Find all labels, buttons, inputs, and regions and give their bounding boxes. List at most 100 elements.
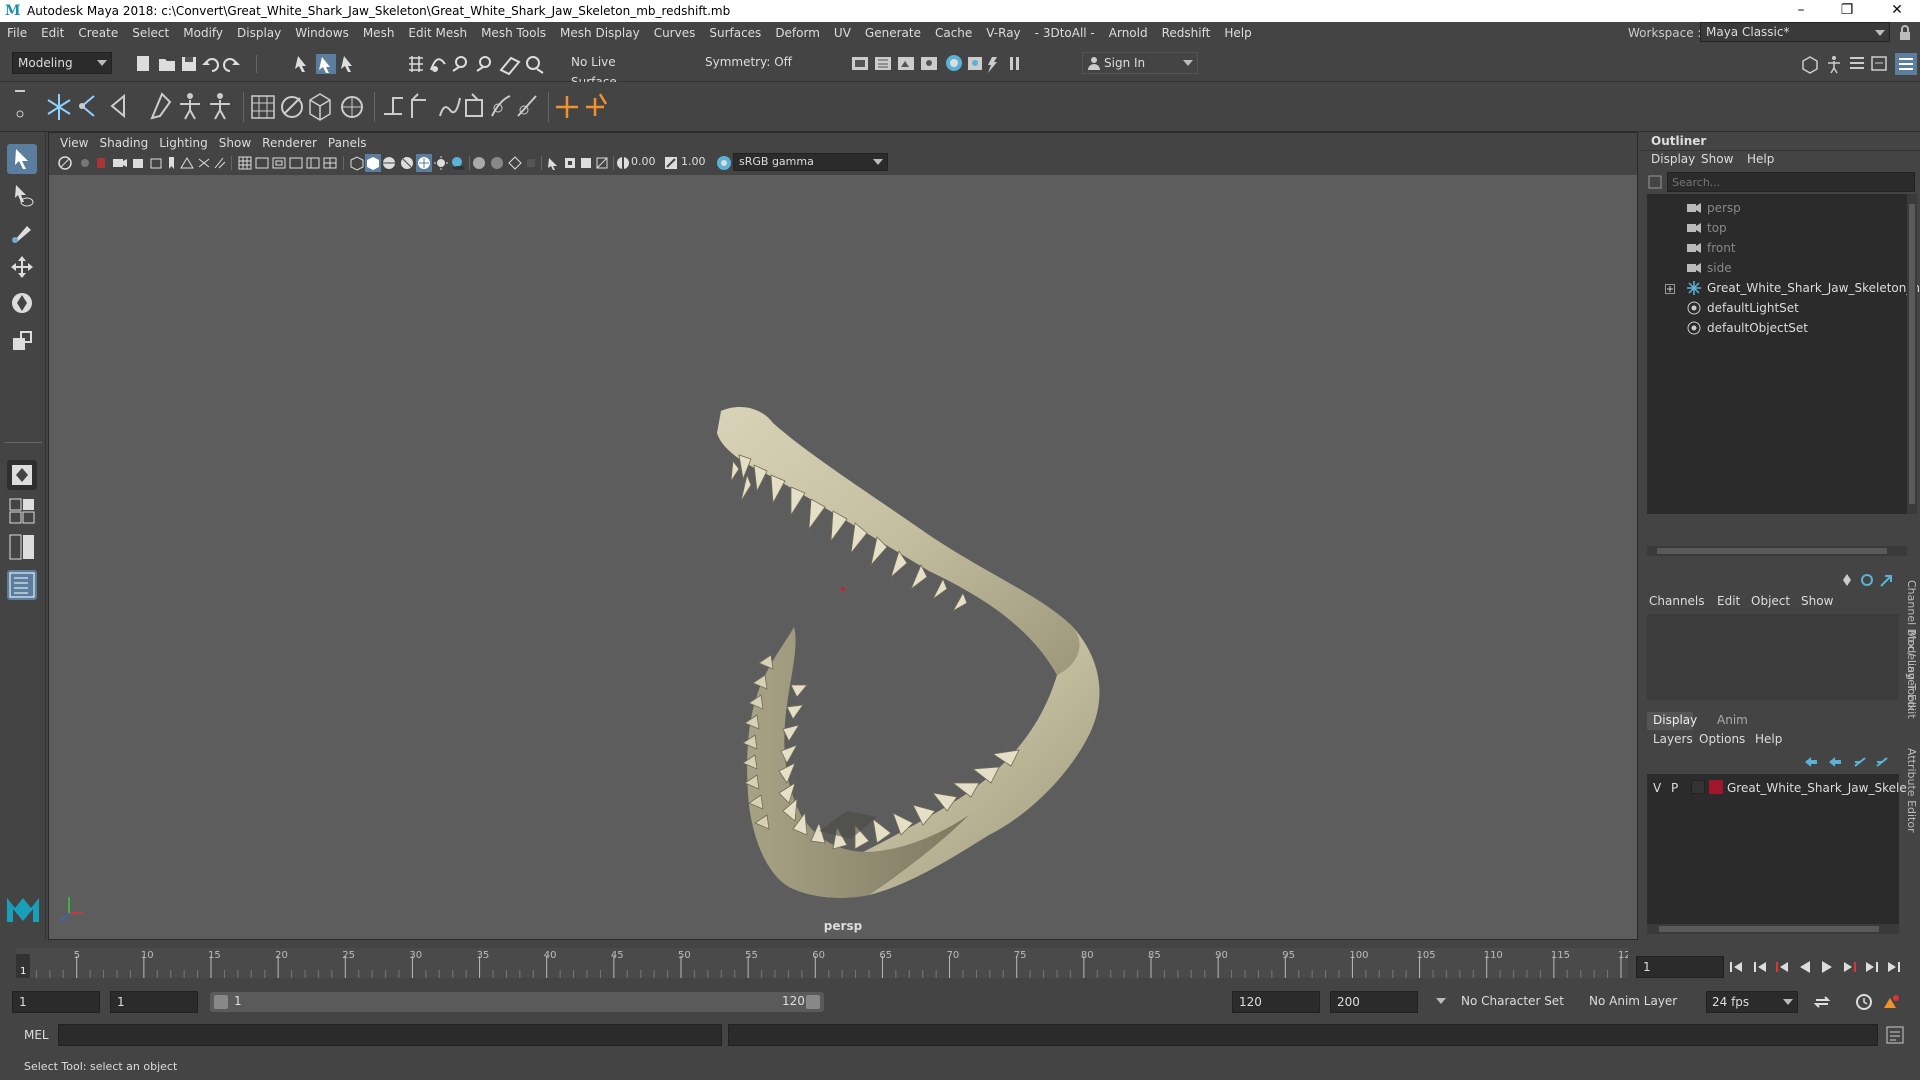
snap-projected-center-icon[interactable] <box>476 56 491 72</box>
deform-lattice-icon[interactable] <box>251 95 275 119</box>
scrollbar-thumb[interactable] <box>1659 926 1879 932</box>
snap-point-icon[interactable] <box>452 56 467 72</box>
screen-space-ao-icon[interactable] <box>473 157 485 169</box>
xray-active-icon[interactable] <box>581 158 591 168</box>
outliner-horizontal-scrollbar[interactable] <box>1647 546 1907 556</box>
render-view-icon[interactable] <box>852 57 868 70</box>
expand-icon[interactable] <box>1880 575 1892 587</box>
field-chart-icon[interactable] <box>255 157 269 169</box>
playback-end-field[interactable]: 120 <box>1232 991 1320 1013</box>
snap-view-plane-icon[interactable] <box>499 56 521 75</box>
go-to-end-icon[interactable] <box>1888 962 1900 972</box>
layer-color-swatch[interactable] <box>1709 780 1723 794</box>
script-editor-icon[interactable] <box>1886 1026 1904 1044</box>
bend-deformer-icon[interactable] <box>384 97 403 115</box>
new-layer-icon[interactable] <box>1854 757 1866 767</box>
move-layer-up-icon[interactable] <box>1805 757 1817 767</box>
minimize-button[interactable]: – <box>1778 0 1824 22</box>
panel-menu-lighting[interactable]: Lighting <box>156 136 216 150</box>
quick-rig-icon[interactable] <box>210 93 230 120</box>
move-tool[interactable] <box>7 252 37 282</box>
tab-anim[interactable]: Anim <box>1717 713 1748 727</box>
undo-icon[interactable] <box>202 58 219 72</box>
close-button[interactable]: ✕ <box>1874 0 1920 22</box>
attribute-editor-side-tab[interactable]: Attribute Editor <box>1902 748 1918 858</box>
menu-mesh-display[interactable]: Mesh Display <box>553 26 647 40</box>
outliner-vertical-scrollbar[interactable] <box>1907 194 1917 514</box>
menu-cache[interactable]: Cache <box>928 26 979 40</box>
gate-mask-icon[interactable] <box>306 157 320 169</box>
channel-box-icon[interactable] <box>1895 53 1917 75</box>
select-by-object-icon[interactable] <box>316 54 336 74</box>
channel-menu-edit[interactable]: Edit <box>1717 594 1740 608</box>
color-management-icon[interactable] <box>717 156 731 170</box>
menu-file[interactable]: File <box>0 26 34 40</box>
gamma-icon[interactable] <box>665 157 677 169</box>
panel-menu-view[interactable]: View <box>57 136 96 150</box>
center-pivot-icon[interactable] <box>586 93 608 116</box>
pivot-icon[interactable] <box>556 96 578 118</box>
menu-mesh-tools[interactable]: Mesh Tools <box>474 26 553 40</box>
panel-menu-shading[interactable]: Shading <box>96 136 156 150</box>
layer-menu-help[interactable]: Help <box>1755 732 1782 746</box>
menu-uv[interactable]: UV <box>827 26 858 40</box>
outliner-item-persp[interactable]: persp <box>1687 198 1741 218</box>
sculpt-icon[interactable] <box>281 96 303 118</box>
shark-jaw-model[interactable] <box>49 175 1637 939</box>
pause-icon[interactable] <box>1010 57 1019 70</box>
fps-dropdown[interactable]: 24 fps <box>1706 991 1798 1013</box>
side-by-side-layout[interactable] <box>7 532 37 562</box>
make-live-icon[interactable] <box>526 56 544 74</box>
outliner-search-input[interactable] <box>1667 172 1915 192</box>
workspace-dropdown[interactable]: Maya Classic* <box>1700 22 1890 42</box>
tab-display[interactable]: Display <box>1647 712 1697 730</box>
character-set-dropdown[interactable]: No Character Set <box>1436 991 1582 1013</box>
select-by-component-icon[interactable] <box>341 56 352 72</box>
outliner-layout[interactable] <box>7 570 37 600</box>
animation-start-field[interactable]: 1 <box>12 991 100 1013</box>
maximize-button[interactable]: ❐ <box>1824 0 1870 22</box>
expand-plus-icon[interactable] <box>1665 284 1675 294</box>
outliner-filter-icon[interactable] <box>1647 174 1663 190</box>
depth-of-field-icon[interactable] <box>527 159 535 167</box>
range-slider-start-handle[interactable] <box>214 995 228 1009</box>
rotate-tool[interactable] <box>7 288 37 318</box>
exposure-icon[interactable] <box>617 157 629 169</box>
attribute-editor-icon[interactable] <box>1850 57 1864 69</box>
ik-spline-icon[interactable] <box>110 93 125 119</box>
snap-grid-icon[interactable] <box>409 56 423 72</box>
new-layer-selected-icon[interactable] <box>1876 757 1888 767</box>
flare-deformer-icon[interactable] <box>411 93 426 118</box>
menu-generate[interactable]: Generate <box>858 26 928 40</box>
current-frame-field[interactable]: 1 <box>1636 956 1724 978</box>
save-scene-icon[interactable] <box>182 57 196 71</box>
snap-curve-icon[interactable] <box>430 58 446 72</box>
backface-culling-icon[interactable] <box>596 157 608 169</box>
menu-mesh[interactable]: Mesh <box>356 26 402 40</box>
bookmark-icon[interactable] <box>169 157 174 169</box>
use-all-lights-icon[interactable] <box>434 156 448 170</box>
sine-deformer-icon[interactable] <box>439 97 461 117</box>
ik-handle-icon[interactable] <box>79 95 95 117</box>
layer-display-type[interactable] <box>1691 780 1705 794</box>
layer-playback-toggle[interactable]: P <box>1671 781 1678 795</box>
animation-preferences-icon[interactable] <box>1884 995 1899 1008</box>
anim-layer-dropdown[interactable]: No Anim Layer <box>1584 991 1692 1013</box>
live-surface-field[interactable]: No Live Surface <box>566 52 664 89</box>
menu-curves[interactable]: Curves <box>647 26 703 40</box>
outliner-menu-display[interactable]: Display <box>1651 152 1695 166</box>
menu-deform[interactable]: Deform <box>768 26 827 40</box>
panel-menu-show[interactable]: Show <box>216 136 259 150</box>
grease-pencil-icon[interactable] <box>150 158 162 169</box>
twist-deformer-icon[interactable] <box>491 95 511 117</box>
tool-settings-icon[interactable] <box>1871 56 1887 71</box>
shadows-icon[interactable] <box>452 157 465 170</box>
menu-set-dropdown[interactable]: Modeling <box>12 52 112 74</box>
layer-menu-layers[interactable]: Layers <box>1653 732 1693 746</box>
grid-toggle-icon[interactable] <box>180 157 194 169</box>
shelf-menu-icon[interactable] <box>14 86 26 126</box>
character-icon[interactable] <box>180 93 200 120</box>
panel-menu-panels[interactable]: Panels <box>325 136 375 150</box>
menu-create[interactable]: Create <box>71 26 125 40</box>
joint-tool-icon[interactable] <box>47 94 71 120</box>
